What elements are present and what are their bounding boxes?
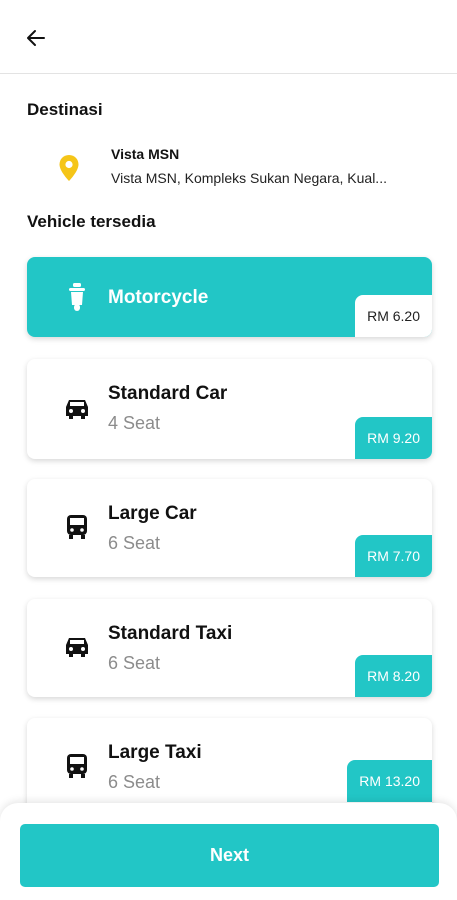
car-icon xyxy=(63,633,91,661)
next-button[interactable]: Next xyxy=(20,824,439,887)
bottom-bar: Next xyxy=(0,803,457,900)
vehicle-name: Large Car xyxy=(108,503,197,524)
vehicle-card-motorcycle[interactable]: Motorcycle RM 6.20 xyxy=(27,257,432,337)
vehicle-card-standard-car[interactable]: Standard Car 4 Seat RM 9.20 xyxy=(27,359,432,459)
vehicle-name: Standard Car xyxy=(108,383,228,404)
vehicle-name: Standard Taxi xyxy=(108,623,233,644)
vehicle-seat: 4 Seat xyxy=(108,413,161,433)
app-bar xyxy=(0,0,457,74)
vehicle-name: Motorcycle xyxy=(108,287,209,308)
destination-name: Vista MSN xyxy=(111,146,180,162)
vehicle-price: RM 7.70 xyxy=(355,535,432,577)
bus-icon xyxy=(63,513,91,541)
bus-icon xyxy=(63,752,91,780)
scooter-icon xyxy=(63,283,91,311)
vehicle-price: RM 8.20 xyxy=(355,655,432,697)
vehicle-card-standard-taxi[interactable]: Standard Taxi 6 Seat RM 8.20 xyxy=(27,599,432,697)
back-button[interactable] xyxy=(20,22,52,54)
vehicle-section-title: Vehicle tersedia xyxy=(27,212,156,231)
vehicle-card-large-car[interactable]: Large Car 6 Seat RM 7.70 xyxy=(27,479,432,577)
destination-address: Vista MSN, Kompleks Sukan Negara, Kual..… xyxy=(111,170,387,186)
vehicle-list: Motorcycle RM 6.20 Standard Car 4 Seat R… xyxy=(0,255,457,815)
vehicle-seat: 6 Seat xyxy=(108,653,161,673)
car-icon xyxy=(63,395,91,423)
arrow-left-icon xyxy=(27,30,45,46)
location-pin-icon xyxy=(59,155,79,181)
vehicle-price: RM 13.20 xyxy=(347,760,432,802)
vehicle-seat: 6 Seat xyxy=(108,533,161,553)
vehicle-seat: 6 Seat xyxy=(108,772,161,792)
vehicle-card-large-taxi[interactable]: Large Taxi 6 Seat RM 13.20 xyxy=(27,718,432,815)
vehicle-price: RM 6.20 xyxy=(355,295,432,337)
destination-title: Destinasi xyxy=(27,100,103,119)
vehicle-name: Large Taxi xyxy=(108,742,202,763)
destination-row[interactable]: Vista MSN Vista MSN, Kompleks Sukan Nega… xyxy=(27,140,437,190)
vehicle-price: RM 9.20 xyxy=(355,417,432,459)
